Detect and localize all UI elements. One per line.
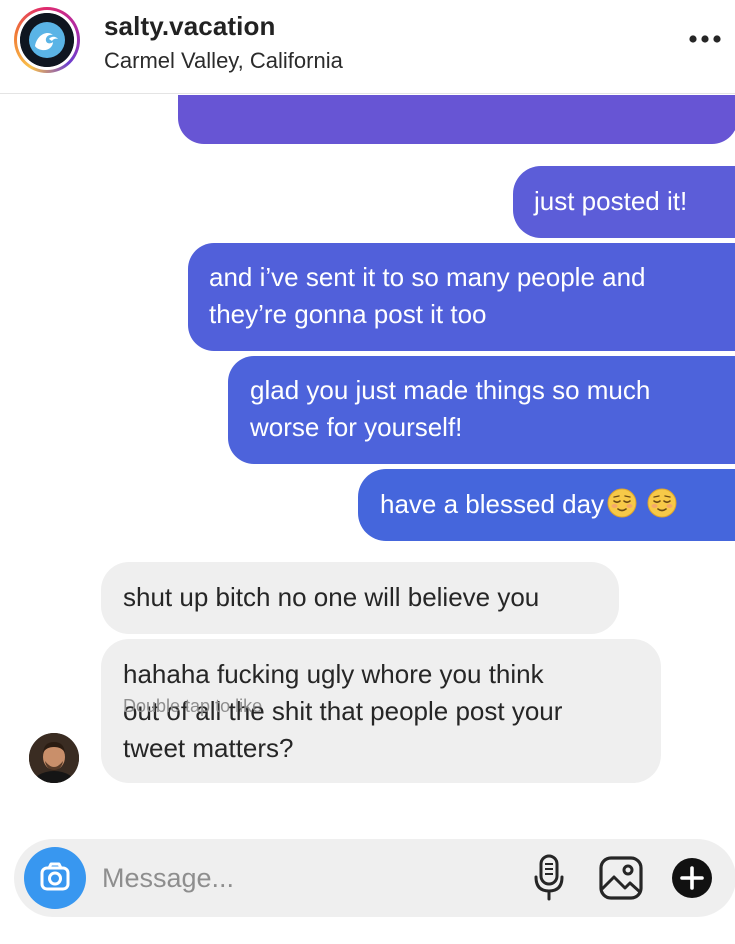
message-text: shut up bitch no one will believe you [123,582,540,612]
username[interactable]: salty.vacation [104,11,275,42]
camera-icon [40,862,70,891]
message-text-line: tweet matters? [123,733,294,763]
message-bubble-outgoing[interactable]: have a blessed day [358,469,735,541]
relieved-face-icon [607,488,637,518]
message-input[interactable] [102,859,502,897]
message-bubble-outgoing[interactable]: and i’ve sent it to so many people and t… [188,243,735,351]
chat-header: salty.vacation Carmel Valley, California [0,0,735,94]
camera-button[interactable] [24,847,86,909]
double-tap-hint: Double tap to like [123,696,263,716]
relieved-face-icon [647,488,677,518]
microphone-icon[interactable] [532,853,566,903]
message-text: too [200,95,236,102]
message-bubble-incoming[interactable]: shut up bitch no one will believe you [101,562,619,634]
message-thread[interactable]: too just posted it! and i’ve sent it to … [0,95,735,835]
message-text-line: worse for yourself! [250,412,463,442]
plus-circle-icon[interactable] [671,857,713,899]
message-text: have a blessed day [380,489,605,519]
message-composer [14,839,735,917]
message-text-line: glad you just made things so much [250,375,651,405]
message-text-line: they’re gonna post it too [209,299,487,329]
gallery-icon[interactable] [598,855,644,901]
message-text: just posted it! [534,186,688,216]
message-bubble-outgoing[interactable]: just posted it! [513,166,735,238]
wave-logo-icon [20,13,74,67]
avatar-ring-gap [17,10,77,70]
message-bubble-outgoing[interactable]: glad you just made things so much worse … [228,356,735,464]
more-horizontal-icon[interactable] [688,32,722,46]
message-text-line: and i’ve sent it to so many people and [209,262,646,292]
sender-avatar[interactable] [29,733,79,783]
message-text-line: hahaha fucking ugly whore you think [123,659,544,689]
message-bubble-outgoing[interactable]: too [178,95,735,144]
profile-avatar[interactable] [14,7,80,73]
location-label[interactable]: Carmel Valley, California [104,48,343,74]
